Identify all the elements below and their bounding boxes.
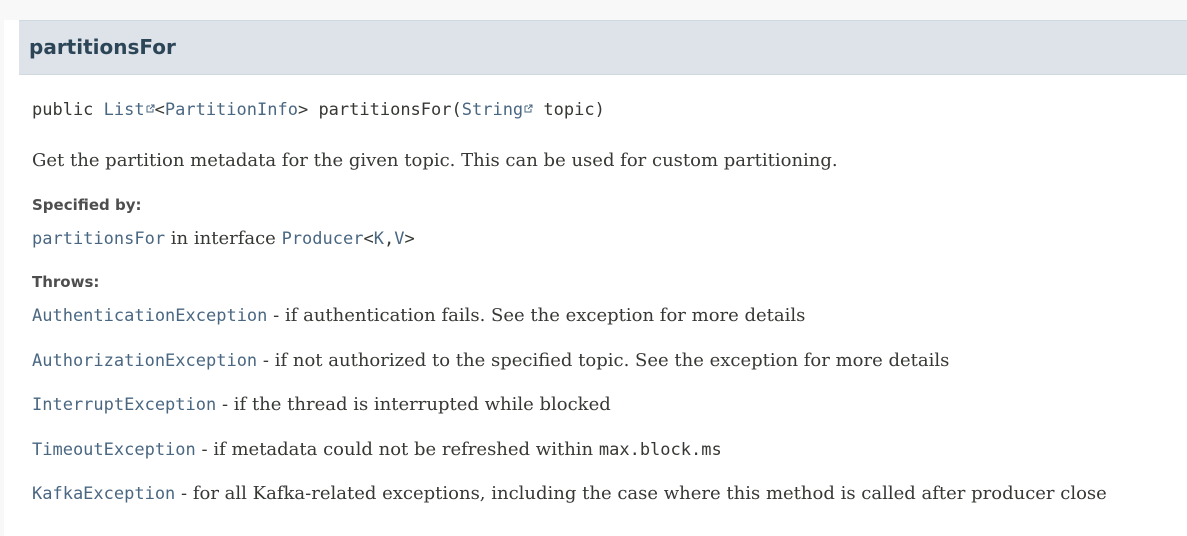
authorization-exception-link[interactable]: AuthorizationException — [32, 351, 257, 371]
external-link-icon — [146, 98, 155, 113]
throws-item: TimeoutException - if metadata could not… — [32, 439, 722, 460]
return-type-link[interactable]: List — [104, 100, 145, 120]
throws-text: if metadata could not be refreshed withi… — [213, 439, 594, 460]
specified-by-text: in interface — [170, 228, 276, 249]
throws-item: AuthorizationException - if not authoriz… — [32, 350, 950, 371]
throws-text: if not authorized to the specified topic… — [274, 350, 950, 371]
signature-param-name: topic — [543, 100, 595, 120]
throws-text: if the thread is interrupted while block… — [233, 394, 611, 415]
specified-by-line: partitionsFor in interface Producer<K,V> — [32, 228, 415, 249]
method-header: partitionsFor — [19, 20, 1187, 75]
type-param-v-link[interactable]: V — [394, 229, 404, 249]
throws-item: KafkaException - for all Kafka-related e… — [32, 483, 1107, 504]
throws-item: AuthenticationException - if authenticat… — [32, 305, 806, 326]
signature-method-name: partitionsFor — [318, 100, 452, 120]
param-type-link[interactable]: String — [462, 100, 523, 120]
top-strip — [4, 0, 1187, 20]
throws-label: Throws: — [32, 273, 100, 291]
type-param-k-link[interactable]: K — [374, 229, 384, 249]
producer-interface-link[interactable]: Producer — [282, 229, 364, 249]
signature-modifier: public — [32, 100, 94, 120]
throws-text: for all Kafka-related exceptions, includ… — [192, 483, 1107, 504]
method-title: partitionsFor — [29, 35, 176, 59]
timeout-exception-link[interactable]: TimeoutException — [32, 440, 196, 460]
kafka-exception-link[interactable]: KafkaException — [32, 484, 175, 504]
method-description: Get the partition metadata for the given… — [32, 150, 838, 171]
type-param-link[interactable]: PartitionInfo — [165, 100, 298, 120]
throws-item: InterruptException - if the thread is in… — [32, 394, 611, 415]
external-link-icon — [524, 98, 533, 113]
authentication-exception-link[interactable]: AuthenticationException — [32, 306, 267, 326]
method-signature: public List <PartitionInfo> partitionsFor… — [32, 100, 605, 120]
throws-text: if authentication fails. See the excepti… — [284, 305, 806, 326]
interrupt-exception-link[interactable]: InterruptException — [32, 395, 216, 415]
specified-by-label: Specified by: — [32, 196, 142, 214]
max-block-ms-code: max.block.ms — [598, 440, 722, 460]
specified-method-link[interactable]: partitionsFor — [32, 229, 165, 249]
